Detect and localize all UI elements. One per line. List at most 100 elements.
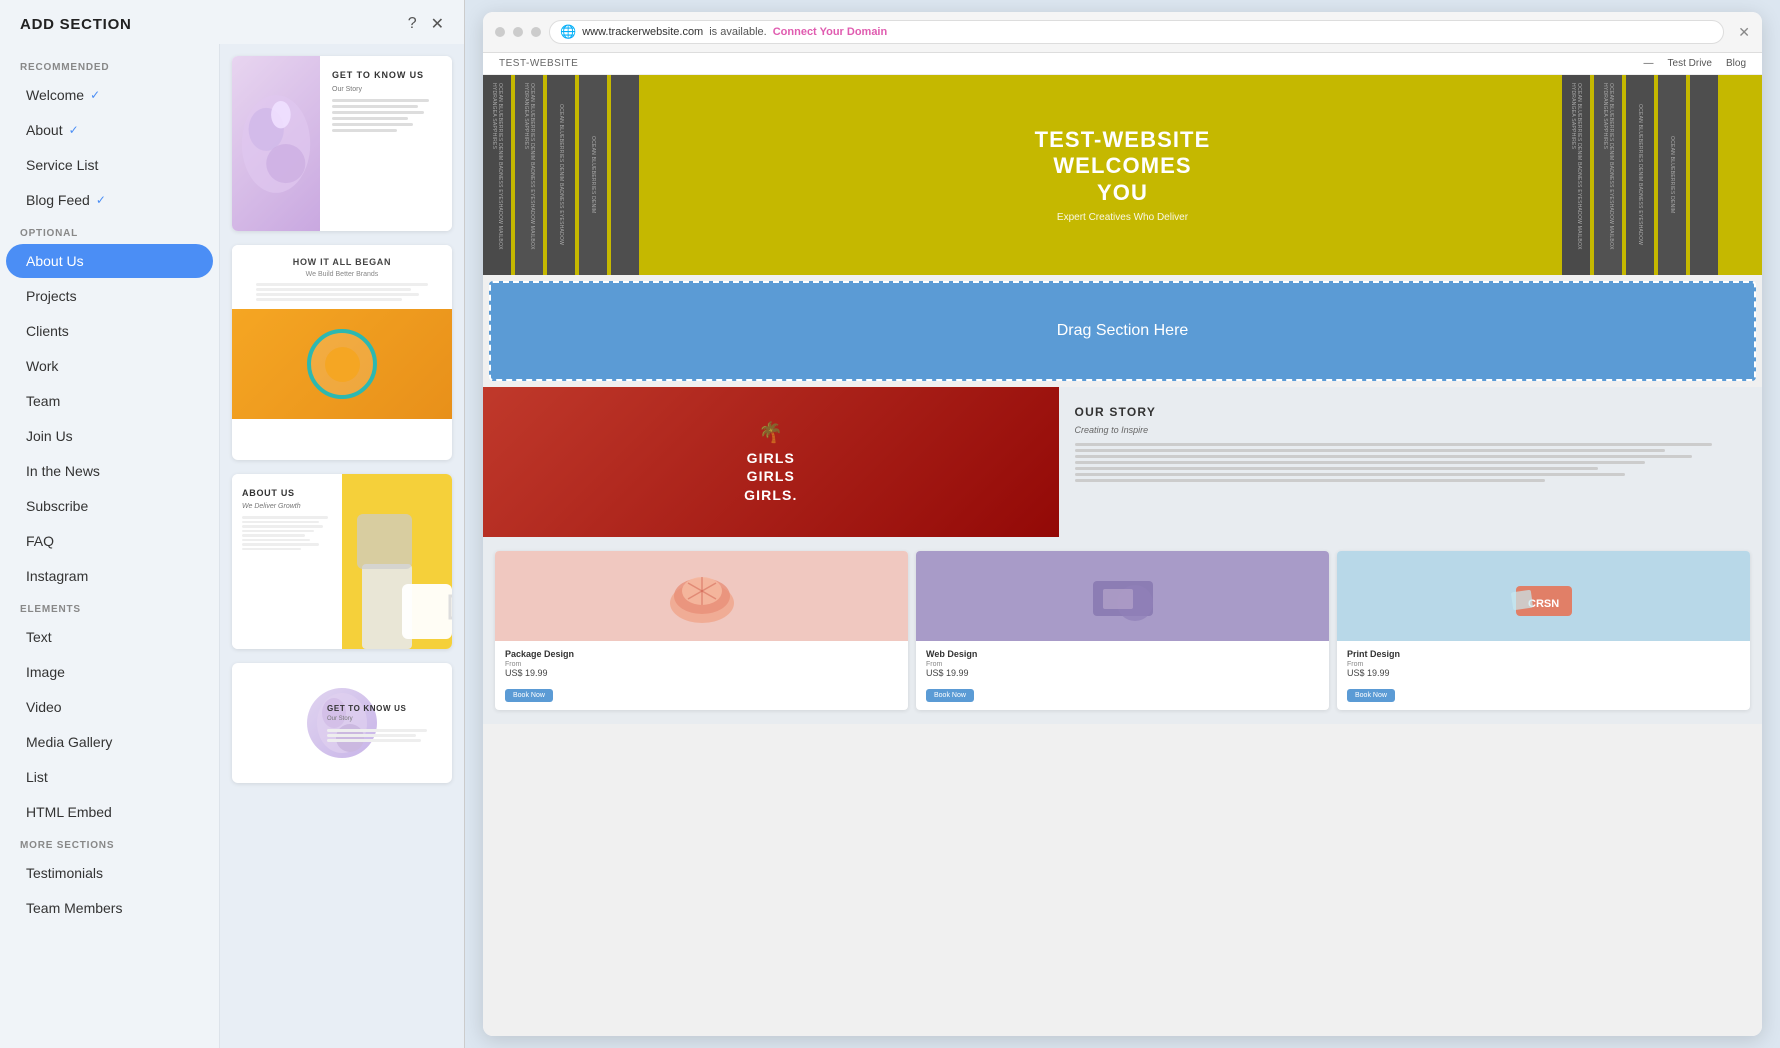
browser-window: 🌐 www.trackerwebsite.com is available. C… (483, 12, 1762, 1036)
about-label: About (26, 122, 63, 138)
sidebar-item-work[interactable]: Work (6, 349, 213, 383)
book-1: OCEAN BLUEBERRIES DENIM BADNESS EYESHADO… (483, 75, 511, 275)
preview-card-4[interactable]: GET TO KNOW US Our Story (232, 663, 452, 783)
sidebar-item-video[interactable]: Video (6, 690, 213, 724)
portfolio-btn-2[interactable]: Book Now (926, 689, 974, 702)
card1-subtitle: Our Story (332, 86, 440, 93)
book-right-5 (1690, 75, 1718, 275)
portfolio-price-1: US$ 19.99 (505, 668, 898, 678)
sidebar-item-team[interactable]: Team (6, 384, 213, 418)
nav-link-test-drive[interactable]: Test Drive (1668, 58, 1712, 69)
media-gallery-label: Media Gallery (26, 734, 112, 750)
in-the-news-label: In the News (26, 463, 100, 479)
sidebar-item-faq[interactable]: FAQ (6, 524, 213, 558)
team-label: Team (26, 393, 60, 409)
portfolio-image-print: CRSN (1337, 551, 1750, 641)
book-5 (611, 75, 639, 275)
card2-orange (325, 347, 360, 382)
about-us-label: About Us (26, 253, 84, 269)
sidebar-item-image[interactable]: Image (6, 655, 213, 689)
subscribe-label: Subscribe (26, 498, 88, 514)
preview-card-2[interactable]: HOW IT ALL BEGAN We Build Better Brands (232, 245, 452, 460)
portfolio-info-package: Package Design From US$ 19.99 Book Now (495, 641, 908, 710)
sidebar-item-html-embed[interactable]: HTML Embed (6, 795, 213, 829)
sidebar-item-clients[interactable]: Clients (6, 314, 213, 348)
work-label: Work (26, 358, 58, 374)
sidebar-item-media-gallery[interactable]: Media Gallery (6, 725, 213, 759)
sidebar-item-text[interactable]: Text (6, 620, 213, 654)
sidebar-item-instagram[interactable]: Instagram (6, 559, 213, 593)
nav-link-blog[interactable]: Blog (1726, 58, 1746, 69)
browser-content: OCEAN BLUEBERRIES DENIM BADNESS EYESHADO… (483, 75, 1762, 1036)
sidebar-item-team-members[interactable]: Team Members (6, 891, 213, 925)
portfolio-card-package[interactable]: Package Design From US$ 19.99 Book Now (495, 551, 908, 710)
portfolio-title-package: Package Design (505, 649, 898, 659)
portfolio-title-web: Web Design (926, 649, 1319, 659)
nav-link-1[interactable]: — (1644, 58, 1654, 69)
sidebar-item-welcome[interactable]: Welcome ✓ (6, 78, 213, 112)
portfolio-card-web[interactable]: Web Design From US$ 19.99 Book Now (916, 551, 1329, 710)
blog-feed-label: Blog Feed (26, 192, 90, 208)
girls-text: GIRLSGIRLSGIRLS. (744, 449, 797, 504)
portfolio-price-label-2: From (926, 661, 1319, 668)
portfolio-price-label-1: From (505, 661, 898, 668)
book-right-4: OCEAN BLUEBERRIES DENIM (1658, 75, 1686, 275)
card1-image (232, 56, 320, 231)
sidebar-item-blog-feed[interactable]: Blog Feed ✓ (6, 183, 213, 217)
sidebar-item-about[interactable]: About ✓ (6, 113, 213, 147)
url-available-text: is available. (709, 26, 766, 38)
portfolio-info-web: Web Design From US$ 19.99 Book Now (916, 641, 1329, 710)
card4-title: GET TO KNOW US (327, 704, 438, 713)
close-icon[interactable]: ✕ (431, 14, 444, 34)
book-4: OCEAN BLUEBERRIES DENIM (579, 75, 607, 275)
preview-card-3[interactable]: ABOUT US We Deliver Growth (232, 474, 452, 649)
projects-label: Projects (26, 288, 77, 304)
browser-bar: 🌐 www.trackerwebsite.com is available. C… (483, 12, 1762, 53)
sidebar-item-join-us[interactable]: Join Us (6, 419, 213, 453)
about-check: ✓ (69, 123, 79, 137)
add-section-panel: ADD SECTION ? ✕ RECOMMENDED Welcome ✓ Ab… (0, 0, 465, 1048)
instagram-label: Instagram (26, 568, 88, 584)
service-list-label: Service List (26, 157, 98, 173)
sidebar-item-list[interactable]: List (6, 760, 213, 794)
elements-label: ELEMENTS (0, 594, 219, 619)
portfolio-btn-1[interactable]: Book Now (505, 689, 553, 702)
browser-dot-2 (513, 27, 523, 37)
sidebar-item-testimonials[interactable]: Testimonials (6, 856, 213, 890)
browser-close-button[interactable]: ✕ (1738, 24, 1750, 41)
panel-body: RECOMMENDED Welcome ✓ About ✓ Service Li… (0, 44, 464, 1048)
browser-url-bar: 🌐 www.trackerwebsite.com is available. C… (549, 20, 1724, 44)
team-members-label: Team Members (26, 900, 122, 916)
card3-about-title: ABOUT US (242, 488, 332, 498)
panel-title: ADD SECTION (20, 16, 132, 33)
url-domain: www.trackerwebsite.com (582, 26, 703, 38)
story-section: 🌴 GIRLSGIRLSGIRLS. OUR STORY Creating to… (483, 387, 1762, 537)
sidebar-item-about-us[interactable]: About Us (6, 244, 213, 278)
sidebar-item-in-the-news[interactable]: In the News (6, 454, 213, 488)
preview-card-1[interactable]: GET TO KNOW US Our Story (232, 56, 452, 231)
hero-subtitle: Expert Creatives Who Deliver (1035, 212, 1211, 223)
card1-purple-bg (232, 56, 320, 231)
more-sections-label: MORE SECTIONS (0, 830, 219, 855)
right-panel: 🌐 www.trackerwebsite.com is available. C… (465, 0, 1780, 1048)
html-embed-label: HTML Embed (26, 804, 112, 820)
sidebar-item-service-list[interactable]: Service List (6, 148, 213, 182)
join-us-label: Join Us (26, 428, 73, 444)
card2-title: HOW IT ALL BEGAN (246, 257, 438, 267)
portfolio-title-print: Print Design (1347, 649, 1740, 659)
portfolio-btn-3[interactable]: Book Now (1347, 689, 1395, 702)
portfolio-price-3: US$ 19.99 (1347, 668, 1740, 678)
connect-domain-link[interactable]: Connect Your Domain (773, 26, 888, 38)
welcome-label: Welcome (26, 87, 84, 103)
blog-feed-check: ✓ (96, 193, 106, 207)
palm-icon: 🌴 (758, 420, 783, 445)
drag-section[interactable]: Drag Section Here (489, 281, 1756, 381)
story-image: 🌴 GIRLSGIRLSGIRLS. (483, 387, 1059, 537)
sidebar-item-subscribe[interactable]: Subscribe (6, 489, 213, 523)
portfolio-card-print[interactable]: CRSN Print Design From US$ 19.99 Book No… (1337, 551, 1750, 710)
portfolio-price-label-3: From (1347, 661, 1740, 668)
hero-text: TEST-WEBSITEWELCOMESYOU Expert Creatives… (1035, 127, 1211, 223)
drag-label: Drag Section Here (1057, 322, 1189, 340)
help-icon[interactable]: ? (408, 15, 417, 33)
sidebar-item-projects[interactable]: Projects (6, 279, 213, 313)
